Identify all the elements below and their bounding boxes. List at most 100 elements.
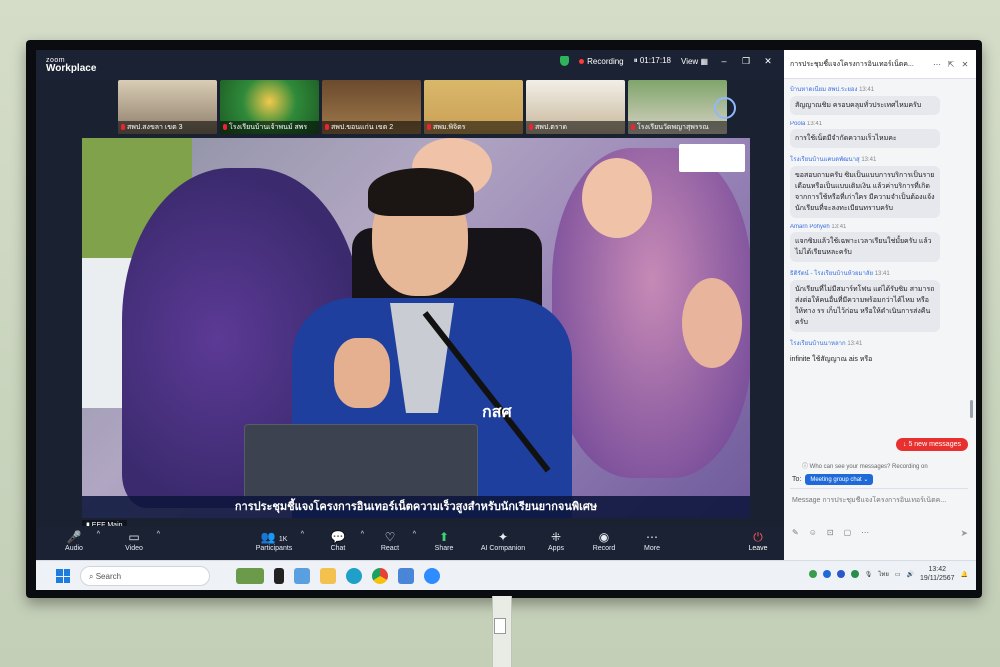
record-icon: ◉ [598,530,610,544]
more-icon[interactable]: ⋯ [932,60,942,69]
clock[interactable]: 13:42 19/11/2567 [920,565,955,583]
speaker-hair [368,168,474,216]
thumbnail-tile[interactable]: โรงเรียนบ้านเจ้าพนม์ สพร [220,80,319,134]
info-icon: ⓘ [802,464,810,470]
who-can-see-link[interactable]: ⓘ Who can see your messages? Recording o… [802,461,928,470]
mic-icon[interactable]: 🎙 [865,571,873,578]
mic-muted-icon [325,124,329,131]
new-messages-label: 5 new messages [908,441,961,448]
zoom-app-icon[interactable] [424,568,440,584]
thumbnail-tile[interactable]: สพป.ขอนแก่น เขต 2 [322,80,421,134]
restore-icon[interactable]: ❐ [740,56,752,66]
send-icon[interactable]: ➤ [960,528,968,539]
chrome-icon[interactable] [372,568,388,584]
message-time: 13:41 [874,271,890,277]
recipient-select[interactable]: Meeting group chat ⌄ [805,474,874,485]
recipient-row: To: Meeting group chat ⌄ [792,474,874,485]
thumbnail-tile[interactable]: โรงเรียนวัดพญาสุพรรณ [628,80,727,134]
video-label: Video [125,545,143,552]
tray-app-icon[interactable] [808,570,817,578]
close-icon[interactable]: ✕ [762,56,774,66]
video-camera-icon: ▭ [128,530,140,544]
react-button[interactable]: ♡ React ^ [364,529,416,552]
more-button[interactable]: ⋯ More [626,529,678,552]
chat-label: Chat [330,545,346,552]
chevron-down-icon: ⌄ [863,477,869,483]
message-sender: ธิติรัตน์ - โรงเรียนบ้านห้วยมาลัย [790,271,874,277]
record-button[interactable]: ◉ Record [578,529,630,552]
chat-title: การประชุมชี้แจงโครงการอินเทอร์เน็ตค... [790,60,914,68]
jacket-logo: กสศ [482,404,512,421]
ai-companion-button[interactable]: ✦ AI Companion [472,529,534,552]
chevron-up-icon[interactable]: ^ [157,531,160,538]
minimize-icon[interactable]: – [718,56,730,66]
volume-icon[interactable]: 🔊 [907,571,914,578]
leave-button[interactable]: ⏻ Leave [732,529,784,552]
chevron-up-icon[interactable]: ^ [301,531,304,538]
language-indicator[interactable]: ไทย [878,569,889,579]
thumbnail-name: สพป.ตราด [535,124,568,131]
background-face [682,278,742,368]
main-video: กสศ การประชุมชี้แจงโครงการอินเทอร์เน็ตคว… [82,138,750,518]
network-icon[interactable]: ▭ [895,571,901,578]
new-messages-button[interactable]: ↓ 5 new messages [896,438,968,451]
message-time: 13:41 [831,224,847,230]
more-icon[interactable]: ⋯ [861,528,869,537]
grid-icon: ▦ [700,56,708,66]
tray-app-icon[interactable] [850,570,859,578]
thumbnail-tile[interactable]: สพม.พิจิตร [424,80,523,134]
apps-button[interactable]: ⁜ Apps [530,529,582,552]
thumbnail-tile[interactable]: สพป.สงขลา เขต 3 [118,80,217,134]
chat-message: โรงเรียนบ้านแคบดพัฒนาสุ 13:41 ขอสอบถามคร… [790,154,966,218]
tray-app-icon[interactable] [836,570,845,578]
shield-icon[interactable] [560,56,570,66]
file-explorer-icon[interactable] [320,568,336,584]
file-icon[interactable]: ▢ [844,528,852,537]
thumbnail-label: สพป.สงขลา เขต 3 [118,121,217,134]
chat-button[interactable]: 💬 Chat ^ [312,529,364,552]
taskbar-search[interactable]: ⌕ Search [80,566,210,586]
task-view-icon[interactable] [274,568,284,584]
clock-date: 19/11/2567 [920,575,955,582]
view-button[interactable]: View ▦ [681,57,708,66]
thumbnail-name: โรงเรียนบ้านเจ้าพนม์ สพร [229,124,308,131]
emoji-icon[interactable]: ☺ [809,528,817,537]
chat-message-input[interactable] [790,496,966,505]
edge-icon[interactable] [346,568,362,584]
screenshot-icon[interactable]: ⊡ [827,528,834,537]
notification-bell-icon[interactable]: 🔔 [961,571,968,578]
participants-button[interactable]: 👥 1K Participants ^ [244,529,304,552]
store-icon[interactable] [398,568,414,584]
message-sender: โรงเรียนบ้านแคบดพัฒนาสุ [790,157,860,163]
popout-icon[interactable]: ⇱ [946,60,956,69]
tray-app-icon[interactable] [822,570,831,578]
widgets-icon[interactable] [236,568,264,584]
message-text: นักเรียนที่ไม่มีสมาร์ทโฟน แต่ได้รับซิม ส… [790,280,940,332]
message-sender: บ้านหาดเนียม สพป.ระยอง [790,87,858,93]
video-button[interactable]: ▭ Video ^ [108,529,160,552]
thumbnail-name: สพป.สงขลา เขต 3 [127,124,183,131]
message-text: การใช้เน็ตมีจำกัดความเร็วไหมคะ [790,129,940,148]
chevron-up-icon[interactable]: ^ [97,531,100,538]
message-header: โรงเรียนบ้านนาหลาก 13:41 [790,338,966,348]
chevron-up-icon[interactable]: ^ [413,531,416,538]
close-icon[interactable]: ✕ [960,60,970,69]
search-icon: ⌕ [89,572,96,581]
share-button[interactable]: ⬆ Share [418,529,470,552]
thumbnail-tile[interactable]: สพป.ตราด [526,80,625,134]
message-time: 13:41 [859,87,875,93]
recipient-value: Meeting group chat [810,477,862,483]
thumbnail-label: โรงเรียนวัดพญาสุพรรณ [628,121,727,134]
audio-button[interactable]: 🎤 Audio ^ [48,529,100,552]
timer-value: 01:17:18 [639,56,671,65]
next-page-icon[interactable]: › [714,97,736,119]
chat-icon: 💬 [330,530,346,544]
chat-scrollbar[interactable] [970,400,973,418]
cable-tag [494,618,506,634]
background-face [582,158,652,238]
recording-indicator[interactable]: Recording [579,57,624,66]
mic-muted-icon [427,124,431,131]
photos-icon[interactable] [294,568,310,584]
format-icon[interactable]: ✎ [792,528,799,537]
windows-start-icon[interactable] [56,569,70,583]
